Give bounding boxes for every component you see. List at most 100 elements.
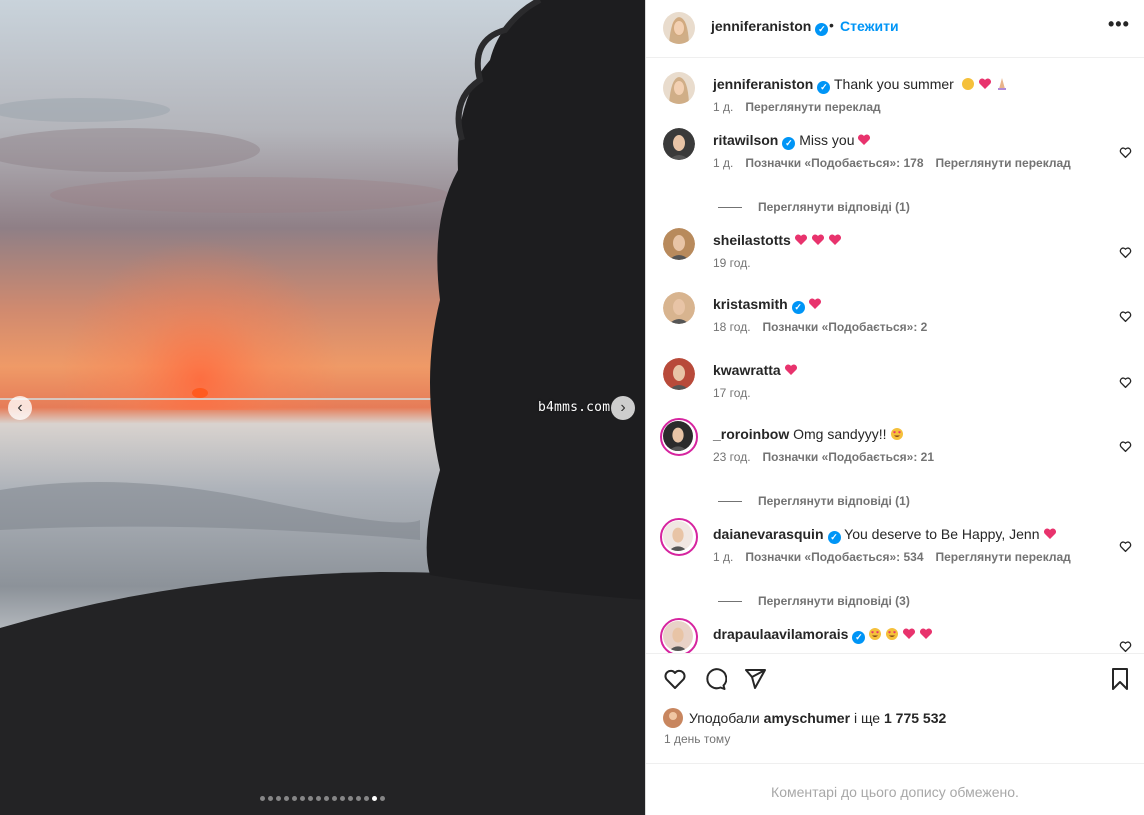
- comment-time: 18 год.: [713, 320, 751, 334]
- comment-like-heart-icon[interactable]: [1119, 146, 1132, 159]
- comment-translate-link[interactable]: Переглянути переклад: [936, 550, 1071, 564]
- author-avatar[interactable]: [663, 12, 695, 44]
- liker-avatar: [663, 708, 683, 728]
- comment-username[interactable]: sheilastotts: [713, 232, 791, 248]
- verified-badge-icon: ✓: [817, 81, 831, 94]
- comment-username[interactable]: daianevarasquin: [713, 526, 824, 542]
- replies-line: [718, 601, 742, 603]
- comments-list[interactable]: jenniferaniston ✓ Thank you summer 1 д. Пе…: [646, 58, 1144, 653]
- verified-badge-icon: ✓: [791, 301, 805, 314]
- more-options-icon[interactable]: •••: [1108, 14, 1130, 35]
- comment-text: Omg sandyyy!!: [789, 426, 887, 442]
- view-replies-link[interactable]: Переглянути відповіді (1): [718, 200, 910, 214]
- commenter-avatar[interactable]: [660, 618, 698, 653]
- like-heart-icon[interactable]: [663, 667, 687, 691]
- comment-icon[interactable]: [703, 667, 727, 691]
- footer-divider: [646, 763, 1144, 764]
- chevron-left-icon: ‹: [17, 399, 23, 416]
- heart-emoji-icon: [919, 627, 933, 644]
- comment-like-count[interactable]: Позначки «Подобається»: 2: [763, 320, 928, 334]
- comment-time: 1 д.: [713, 156, 734, 170]
- carousel-dot: [316, 796, 321, 801]
- carousel-dot: [372, 796, 377, 801]
- carousel-indicators: [0, 796, 645, 801]
- comment-like-heart-icon[interactable]: [1119, 310, 1132, 323]
- verified-badge-icon: ✓: [815, 23, 829, 36]
- heart-eyes-emoji-icon: [890, 427, 904, 444]
- comment-time: 17 год.: [713, 386, 751, 400]
- verified-badge-icon: ✓: [852, 631, 866, 644]
- caption-translate-link[interactable]: Переглянути переклад: [745, 100, 880, 114]
- actions-divider: [646, 653, 1144, 654]
- carousel-dot: [300, 796, 305, 801]
- comment-username[interactable]: drapaulaavilamorais: [713, 626, 848, 642]
- replies-line: [718, 207, 742, 209]
- verified-badge-icon: ✓: [827, 531, 841, 544]
- carousel-dot: [340, 796, 345, 801]
- post-time: 1 день тому: [664, 732, 731, 746]
- comment-like-heart-icon[interactable]: [1119, 540, 1132, 553]
- commenter-avatar[interactable]: [663, 292, 695, 324]
- comment-like-heart-icon[interactable]: [1119, 440, 1132, 453]
- comment-translate-link[interactable]: Переглянути переклад: [936, 156, 1071, 170]
- author-username[interactable]: jenniferaniston ✓: [711, 18, 829, 36]
- carousel-dot: [356, 796, 361, 801]
- next-slide-button[interactable]: ›: [611, 396, 635, 420]
- heart-eyes-emoji-icon: [868, 627, 882, 644]
- liked-by-row[interactable]: Уподобали amyschumer і ще 1 775 532: [663, 708, 946, 728]
- heart-emoji-icon: [978, 77, 992, 94]
- comment-like-count[interactable]: Позначки «Подобається»: 534: [745, 550, 923, 564]
- watermark: b4mms.com: [538, 400, 611, 415]
- verified-badge-icon: ✓: [782, 137, 796, 150]
- heart-emoji-icon: [811, 233, 825, 250]
- comment-username[interactable]: kristasmith: [713, 296, 788, 312]
- previous-slide-button[interactable]: ‹: [8, 396, 32, 420]
- commenter-avatar[interactable]: [660, 518, 698, 556]
- caption-username[interactable]: jenniferaniston: [713, 76, 813, 92]
- save-bookmark-icon[interactable]: [1108, 667, 1132, 691]
- carousel-dot: [380, 796, 385, 801]
- comment-like-count[interactable]: Позначки «Подобається»: 21: [763, 450, 934, 464]
- comment-like-count[interactable]: Позначки «Подобається»: 178: [745, 156, 923, 170]
- heart-emoji-icon: [857, 133, 871, 150]
- liked-by-count[interactable]: 1 775 532: [884, 710, 946, 726]
- comment-username[interactable]: ritawilson: [713, 132, 778, 148]
- commenter-avatar[interactable]: [663, 228, 695, 260]
- post-header: jenniferaniston ✓ • Стежити •••: [646, 0, 1144, 58]
- caption-avatar[interactable]: [663, 72, 695, 104]
- comment-like-heart-icon[interactable]: [1119, 376, 1132, 389]
- post-media[interactable]: ‹ b4mms.com ›: [0, 0, 645, 815]
- commenter-avatar[interactable]: [660, 418, 698, 456]
- share-send-icon[interactable]: [743, 667, 767, 691]
- view-replies-link[interactable]: Переглянути відповіді (3): [718, 594, 910, 608]
- pray-emoji-icon: [995, 77, 1009, 94]
- comment-text: Miss you: [795, 132, 855, 148]
- heart-emoji-icon: [808, 297, 822, 314]
- carousel-dot: [284, 796, 289, 801]
- follow-button[interactable]: Стежити: [840, 18, 899, 34]
- carousel-dot: [268, 796, 273, 801]
- comment-time: 1 д.: [713, 550, 734, 564]
- commenter-avatar[interactable]: [663, 128, 695, 160]
- comment-username[interactable]: _roroinbow: [713, 426, 789, 442]
- carousel-dot: [348, 796, 353, 801]
- commenter-avatar[interactable]: [663, 358, 695, 390]
- liked-by-user[interactable]: amyschumer: [764, 710, 850, 726]
- comment-username[interactable]: kwawratta: [713, 362, 781, 378]
- heart-eyes-emoji-icon: [885, 627, 899, 644]
- liked-by-prefix: Уподобали: [689, 710, 760, 726]
- comments-restricted-notice: Коментарі до цього допису обмежено.: [771, 784, 1019, 800]
- comment-like-heart-icon[interactable]: [1119, 640, 1132, 653]
- comment-text: You deserve to Be Happy, Jenn: [840, 526, 1040, 542]
- comment-time: 19 год.: [713, 256, 751, 270]
- comment-like-heart-icon[interactable]: [1119, 246, 1132, 259]
- sun-emoji-icon: [961, 77, 975, 94]
- caption-text: Thank you summer: [834, 76, 954, 92]
- comment-time: 23 год.: [713, 450, 751, 464]
- carousel-dot: [332, 796, 337, 801]
- carousel-dot: [308, 796, 313, 801]
- carousel-dot: [364, 796, 369, 801]
- replies-line: [718, 501, 742, 503]
- carousel-dot: [260, 796, 265, 801]
- view-replies-link[interactable]: Переглянути відповіді (1): [718, 494, 910, 508]
